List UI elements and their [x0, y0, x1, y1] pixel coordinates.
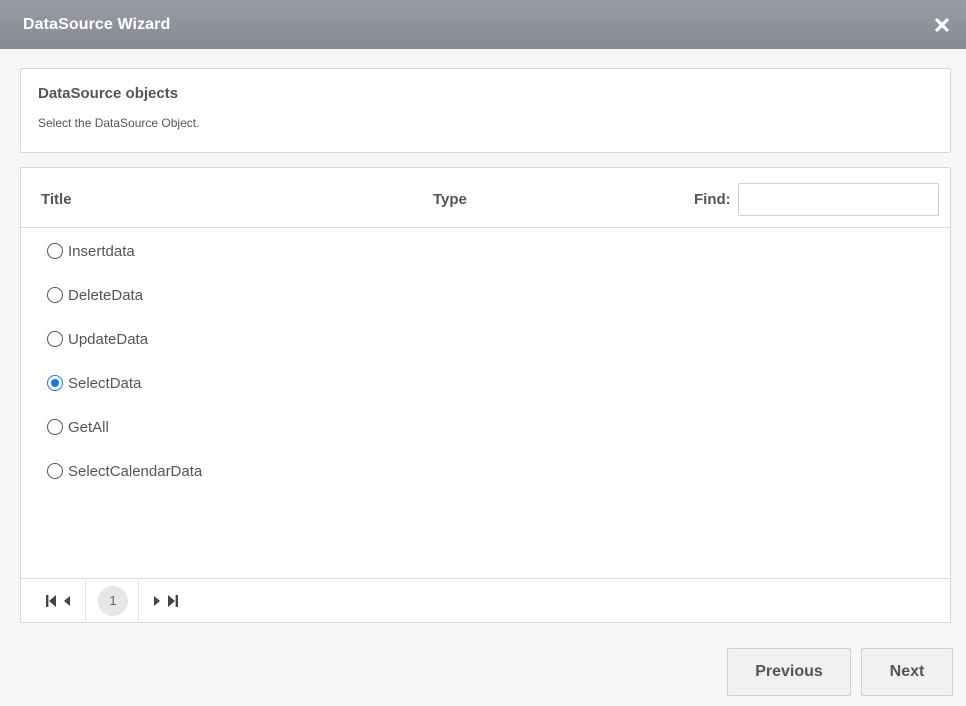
find-label: Find: — [694, 191, 731, 208]
dialog-titlebar: DataSource Wizard — [0, 0, 966, 49]
find-input[interactable] — [738, 183, 939, 216]
dialog-title: DataSource Wizard — [23, 15, 171, 33]
pager-pages: 1 — [86, 579, 138, 622]
previous-button[interactable]: Previous — [727, 648, 851, 696]
list-item[interactable]: SelectCalendarData — [21, 449, 950, 493]
radio-button[interactable] — [47, 287, 63, 303]
first-page-button[interactable] — [43, 591, 59, 611]
close-button[interactable] — [932, 15, 952, 35]
radio-button[interactable] — [47, 331, 63, 347]
item-label: DeleteData — [68, 286, 144, 304]
page-number-button[interactable]: 1 — [98, 585, 128, 616]
close-icon — [935, 17, 949, 32]
radio-button[interactable] — [47, 375, 63, 391]
item-label: SelectCalendarData — [68, 462, 203, 480]
column-header-type[interactable]: Type — [433, 191, 467, 208]
radio-button[interactable] — [47, 463, 63, 479]
pager: 1 — [21, 578, 950, 623]
prev-page-icon — [64, 595, 70, 606]
radio-button[interactable] — [47, 243, 63, 259]
first-page-icon — [46, 594, 56, 607]
next-button[interactable]: Next — [861, 648, 953, 696]
list-item[interactable]: DeleteData — [21, 273, 950, 317]
radio-button[interactable] — [47, 419, 63, 435]
grid-rows: Insertdata DeleteData UpdateData SelectD… — [21, 229, 950, 493]
panel-title: DataSource objects — [38, 85, 179, 102]
prev-page-button[interactable] — [59, 591, 75, 611]
panel-subtitle: Select the DataSource Object. — [38, 116, 200, 130]
item-label: Insertdata — [68, 242, 135, 260]
pager-prev-group — [21, 579, 85, 622]
item-label: GetAll — [68, 418, 109, 436]
list-item[interactable]: Insertdata — [21, 229, 950, 273]
list-item[interactable]: GetAll — [21, 405, 950, 449]
next-page-button[interactable] — [149, 591, 165, 611]
list-item[interactable]: UpdateData — [21, 317, 950, 361]
pager-next-group — [139, 579, 181, 622]
column-header-title[interactable]: Title — [41, 191, 72, 208]
list-item[interactable]: SelectData — [21, 361, 950, 405]
next-page-icon — [154, 595, 160, 606]
info-panel: DataSource objects Select the DataSource… — [20, 68, 951, 153]
last-page-button[interactable] — [165, 591, 181, 611]
item-label: SelectData — [68, 374, 142, 392]
item-label: UpdateData — [68, 330, 149, 348]
grid-header: Title Type Find: — [21, 168, 950, 228]
last-page-icon — [168, 594, 178, 607]
datasource-grid: Title Type Find: Insertdata DeleteData U… — [20, 167, 951, 623]
